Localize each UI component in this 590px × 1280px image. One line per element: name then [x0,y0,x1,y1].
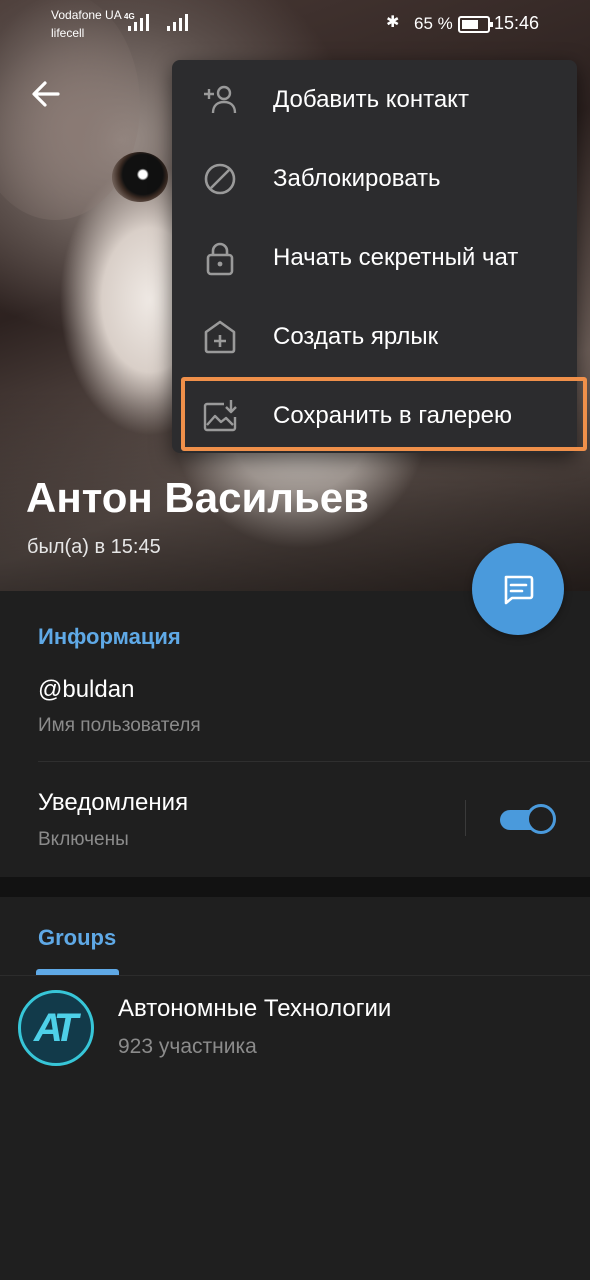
status-bar: Vodafone UA lifecell 4G ✱ 65 % 15:46 [0,0,590,48]
info-divider [38,761,590,762]
info-title: Информация [38,624,181,649]
status-time: 15:46 [494,13,540,33]
notifications-toggle[interactable] [500,804,556,836]
carrier-1: Vodafone UA [51,8,122,22]
carrier-2: lifecell [51,26,85,40]
notifications-label[interactable]: Уведомления [38,789,188,817]
back-arrow-icon[interactable] [28,76,64,112]
message-icon [504,575,534,605]
battery-fill [462,20,478,29]
menu-item-secret-chat[interactable]: Начать секретный чат [172,218,577,297]
menu-item-add-contact[interactable]: Добавить контакт [172,60,577,139]
menu-label: Заблокировать [273,165,441,192]
battery-percent: 65 % [414,14,453,33]
toggle-knob [526,804,556,834]
battery-icon [458,16,493,33]
group-avatar[interactable]: AT [18,990,94,1066]
signal-icon-2 [167,14,188,31]
add-contact-icon [204,85,237,114]
group-members: 923 участника [118,1035,257,1058]
menu-label: Начать секретный чат [273,244,519,271]
toggle-separator [465,800,466,836]
bluetooth-icon: ✱ [386,14,400,31]
message-button[interactable] [472,543,564,635]
add-shortcut-icon [204,320,236,354]
tab-divider [0,975,590,976]
battery-nub [490,22,493,27]
save-to-gallery-icon [203,400,237,432]
section-gap [0,877,590,897]
profile-name: Антон Васильев [26,474,369,521]
menu-item-shortcut[interactable]: Создать ярлык [172,297,577,376]
username-caption: Имя пользователя [38,715,201,736]
block-icon [204,163,236,195]
menu-item-save-gallery[interactable]: Сохранить в галерею [172,376,577,455]
menu-label: Создать ярлык [273,323,439,350]
menu-item-block[interactable]: Заблокировать [172,139,577,218]
tab-groups[interactable]: Groups [38,925,116,951]
last-seen: был(а) в 15:45 [27,536,161,558]
context-menu: Добавить контакт Заблокировать Начать се… [172,60,577,453]
group-title[interactable]: Автономные Технологии [118,995,391,1023]
menu-label: Сохранить в галерею [273,402,512,429]
photo-eye-shape [112,152,168,202]
lock-icon [206,242,234,276]
notifications-status: Включены [38,829,129,850]
groups-section [0,897,590,1280]
group-avatar-text: AT [33,1005,78,1050]
menu-label: Добавить контакт [273,86,469,113]
username-value[interactable]: @buldan [38,676,134,704]
signal-icon [128,14,149,31]
